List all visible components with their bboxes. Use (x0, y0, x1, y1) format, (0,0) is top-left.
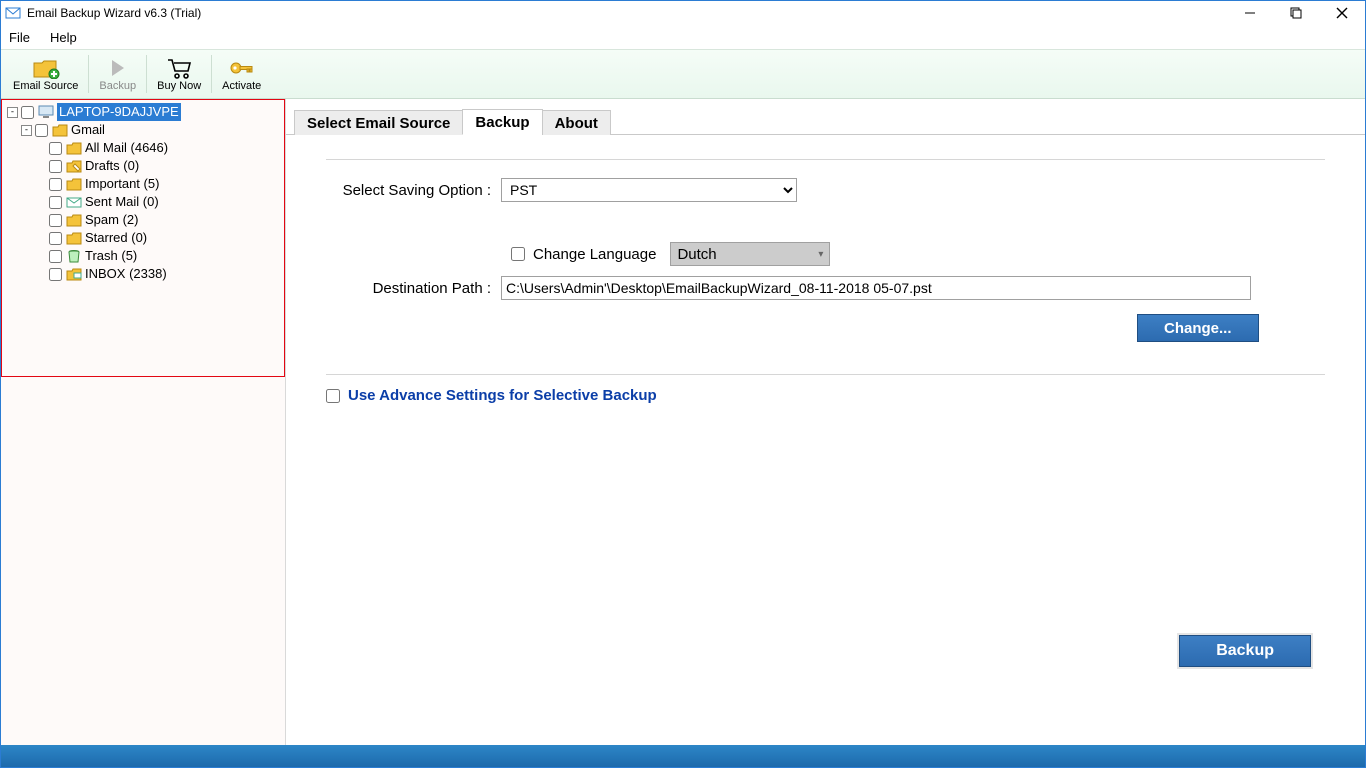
app-window: Email Backup Wizard v6.3 (Trial) File He… (0, 0, 1366, 768)
main-body: - LAPTOP-9DAJJVPE - (1, 99, 1365, 745)
tree-folder-checkbox[interactable] (49, 160, 62, 173)
change-button[interactable]: Change... (1137, 314, 1259, 342)
backup-button[interactable]: Backup (1179, 635, 1311, 667)
tab-select-email-source[interactable]: Select Email Source (294, 110, 463, 135)
folder-icon (66, 141, 82, 155)
tree-folder[interactable]: Drafts (0) (7, 157, 285, 175)
tree-folder[interactable]: Sent Mail (0) (7, 193, 285, 211)
tree-folder-checkbox[interactable] (49, 214, 62, 227)
menubar: File Help (1, 25, 1365, 49)
tree-folder-checkbox[interactable] (49, 196, 62, 209)
inbox-icon (66, 267, 82, 281)
tab-body-backup: Select Saving Option : PST Change Langua… (286, 135, 1365, 745)
destination-row: Destination Path : (326, 276, 1325, 300)
statusbar (1, 745, 1365, 767)
change-language-checkbox[interactable] (511, 247, 525, 261)
toolbar-email-source-label: Email Source (13, 80, 78, 92)
destination-input[interactable] (501, 276, 1251, 300)
toolbar-backup[interactable]: Backup (91, 51, 144, 97)
folder-icon (66, 213, 82, 227)
tree-account[interactable]: - Gmail (7, 121, 285, 139)
tree-folder-label: Starred (0) (85, 229, 147, 247)
tree-account-label: Gmail (71, 121, 105, 139)
saving-option-label: Select Saving Option : (326, 182, 501, 199)
window-controls (1227, 1, 1365, 25)
toolbar-separator (211, 55, 212, 93)
advance-settings-label: Use Advance Settings for Selective Backu… (348, 387, 657, 404)
play-icon (104, 56, 132, 80)
tree-folder-checkbox[interactable] (49, 232, 62, 245)
change-button-row: Change... (511, 314, 1325, 342)
saving-option-select[interactable]: PST (501, 178, 797, 202)
tree-folder-label: Drafts (0) (85, 157, 139, 175)
folder-tree: - LAPTOP-9DAJJVPE - (1, 99, 285, 283)
tree-folder[interactable]: Trash (5) (7, 247, 285, 265)
tabs: Select Email Source Backup About (286, 107, 1365, 135)
app-icon (5, 5, 21, 21)
tree-folder[interactable]: INBOX (2338) (7, 265, 285, 283)
trash-icon (66, 249, 82, 263)
key-icon (228, 56, 256, 80)
tree-folder[interactable]: All Mail (4646) (7, 139, 285, 157)
toolbar-activate[interactable]: Activate (214, 51, 269, 97)
folder-icon (52, 123, 68, 137)
maximize-button[interactable] (1273, 1, 1319, 25)
destination-label: Destination Path : (326, 280, 501, 297)
language-value: Dutch (677, 246, 716, 263)
tab-about[interactable]: About (542, 110, 611, 135)
computer-icon (38, 105, 54, 119)
tree-folder[interactable]: Important (5) (7, 175, 285, 193)
tree-root-checkbox[interactable] (21, 106, 34, 119)
close-button[interactable] (1319, 1, 1365, 25)
tree-root[interactable]: - LAPTOP-9DAJJVPE (7, 103, 285, 121)
advance-settings-checkbox[interactable] (326, 389, 340, 403)
tree-folder-label: Trash (5) (85, 247, 137, 265)
chevron-down-icon: ▾ (818, 249, 823, 260)
menu-file[interactable]: File (9, 30, 30, 45)
tree-folder-label: Spam (2) (85, 211, 138, 229)
toolbar-email-source[interactable]: Email Source (5, 51, 86, 97)
window-title: Email Backup Wizard v6.3 (Trial) (27, 6, 201, 20)
saving-option-row: Select Saving Option : PST (326, 178, 1325, 202)
tree-folder-label: All Mail (4646) (85, 139, 168, 157)
tree-folder-checkbox[interactable] (49, 142, 62, 155)
toolbar: Email Source Backup Buy Now (1, 49, 1365, 99)
drafts-icon (66, 159, 82, 173)
section-divider (326, 159, 1325, 160)
folder-icon (66, 177, 82, 191)
change-language-row: Change Language Dutch ▾ (511, 242, 1325, 266)
tree-panel: - LAPTOP-9DAJJVPE - (1, 99, 286, 745)
tree-folder[interactable]: Starred (0) (7, 229, 285, 247)
tree-root-label: LAPTOP-9DAJJVPE (57, 103, 181, 121)
toolbar-buy-now-label: Buy Now (157, 80, 201, 92)
language-select: Dutch ▾ (670, 242, 830, 266)
sent-icon (66, 195, 82, 209)
folder-add-icon (32, 56, 60, 80)
tree-folder-label: Important (5) (85, 175, 159, 193)
tree-folder-label: Sent Mail (0) (85, 193, 159, 211)
tree-folder-label: INBOX (2338) (85, 265, 167, 283)
tree-folder[interactable]: Spam (2) (7, 211, 285, 229)
toolbar-activate-label: Activate (222, 80, 261, 92)
folder-icon (66, 231, 82, 245)
toolbar-separator (146, 55, 147, 93)
tab-backup[interactable]: Backup (462, 109, 542, 135)
minimize-button[interactable] (1227, 1, 1273, 25)
toolbar-backup-label: Backup (99, 80, 136, 92)
collapse-icon[interactable]: - (21, 125, 32, 136)
content-area: Select Email Source Backup About Select … (286, 99, 1365, 745)
tree-folder-checkbox[interactable] (49, 250, 62, 263)
backup-button-wrap: Backup (1179, 635, 1311, 667)
advance-settings-row: Use Advance Settings for Selective Backu… (326, 374, 1325, 404)
toolbar-buy-now[interactable]: Buy Now (149, 51, 209, 97)
cart-icon (165, 56, 193, 80)
toolbar-separator (88, 55, 89, 93)
tree-folder-checkbox[interactable] (49, 178, 62, 191)
tree-folder-checkbox[interactable] (49, 268, 62, 281)
titlebar: Email Backup Wizard v6.3 (Trial) (1, 1, 1365, 25)
menu-help[interactable]: Help (50, 30, 77, 45)
collapse-icon[interactable]: - (7, 107, 18, 118)
tree-account-checkbox[interactable] (35, 124, 48, 137)
change-language-label: Change Language (533, 246, 656, 263)
